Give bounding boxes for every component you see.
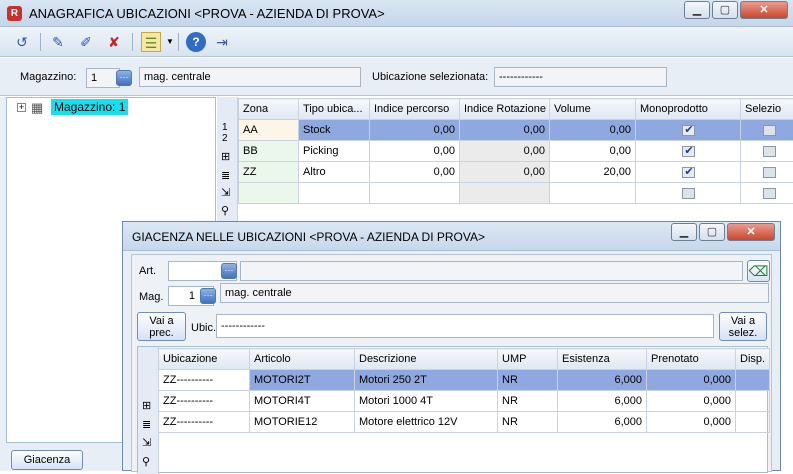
ubic-label: Ubic. <box>191 322 216 334</box>
dialog-close-button[interactable]: ✕ <box>727 223 775 241</box>
art-lookup-button[interactable]: ··· <box>221 263 237 279</box>
col-esistenza[interactable]: Esistenza <box>558 349 647 370</box>
mag-number-field[interactable]: 1 <box>86 68 120 88</box>
row-numbers: 12 <box>222 122 228 144</box>
dialog-mag-lookup-button[interactable]: ··· <box>200 288 216 304</box>
monoprodotto-checkbox[interactable] <box>682 188 695 199</box>
grid-list-icon[interactable]: ≣ <box>142 418 151 431</box>
col-selezio[interactable]: Selezio <box>741 99 793 120</box>
select-checkbox[interactable] <box>763 167 776 178</box>
dialog-title: GIACENZA NELLE UBICAZIONI <PROVA - AZIEN… <box>132 230 485 244</box>
chevron-down-icon[interactable]: ▼ <box>160 32 180 52</box>
col-prenotato[interactable]: Prenotato <box>647 349 736 370</box>
expand-icon[interactable]: + <box>17 103 26 112</box>
mag-label: Mag. <box>139 291 163 303</box>
ubic-selected-label: Ubicazione selezionata: <box>372 71 488 83</box>
maximize-button[interactable]: ▢ <box>712 1 738 19</box>
table-row[interactable]: BB Picking 0,00 0,00 0,00 <box>239 141 793 162</box>
mag-description-field: mag. centrale <box>139 67 361 87</box>
table-row[interactable]: ZZ---------- MOTORI2T Motori 250 2T NR 6… <box>159 370 770 391</box>
col-volume[interactable]: Volume <box>550 99 636 120</box>
col-disp[interactable]: Disp. <box>736 349 770 370</box>
mag-label: Magazzino: <box>20 71 76 83</box>
header-panel: Magazzino: 1 ··· mag. centrale Ubicazion… <box>0 58 793 96</box>
delete-record-icon[interactable]: ✘ <box>104 32 124 52</box>
monoprodotto-checkbox[interactable] <box>682 146 695 157</box>
exit-icon[interactable]: ⇥ <box>212 32 232 52</box>
dialog-maximize-button[interactable]: ▢ <box>699 223 725 241</box>
toolbar: ↺ ✎ ✐ ✘ ☰ ▼ ? ⇥ <box>0 27 793 57</box>
col-zona[interactable]: Zona <box>239 99 299 120</box>
minimize-button[interactable]: ▁ <box>684 1 710 19</box>
warehouse-icon: ▦ <box>31 100 43 116</box>
col-ubicazione[interactable]: Ubicazione <box>159 349 250 370</box>
table-row[interactable]: ZZ---------- MOTORIE12 Motore elettrico … <box>159 412 770 433</box>
grid-header: Ubicazione Articolo Descrizione UMP Esis… <box>159 349 770 370</box>
select-checkbox[interactable] <box>763 125 776 136</box>
main-title-bar: R ANAGRAFICA UBICAZIONI <PROVA - AZIENDA… <box>0 0 793 27</box>
table-row[interactable]: AA Stock 0,00 0,00 0,00 <box>239 120 793 141</box>
grid-header: Zona Tipo ubica... Indice percorso Indic… <box>239 99 793 120</box>
edit-record-icon[interactable]: ✐ <box>76 32 96 52</box>
col-descrizione[interactable]: Descrizione <box>355 349 498 370</box>
art-description-field <box>240 261 743 281</box>
table-row[interactable]: ZZ Altro 0,00 0,00 20,00 <box>239 162 793 183</box>
giacenza-grid: ⊞ ≣ ⇲ ⚲ Ubicazione Articolo Descrizione … <box>137 346 768 473</box>
select-checkbox[interactable] <box>763 146 776 157</box>
eraser-icon[interactable]: ⌫ <box>747 260 770 282</box>
help-icon[interactable]: ? <box>186 32 206 52</box>
grid-search-icon[interactable]: ⚲ <box>221 204 229 217</box>
col-monoprodotto[interactable]: Monoprodotto <box>636 99 741 120</box>
monoprodotto-checkbox[interactable] <box>682 167 695 178</box>
app-icon: R <box>7 6 22 21</box>
grid-search-icon[interactable]: ⚲ <box>142 455 150 468</box>
table-row-new[interactable] <box>239 183 793 204</box>
giacenza-button[interactable]: Giacenza <box>11 450 83 470</box>
select-checkbox[interactable] <box>763 188 776 199</box>
next-button[interactable]: Vai a selez. <box>719 312 767 341</box>
art-label: Art. <box>139 265 156 277</box>
table-row[interactable]: ZZ---------- MOTORI4T Motori 1000 4T NR … <box>159 391 770 412</box>
grid-nav-icon[interactable]: ⊞ <box>142 399 151 412</box>
col-tipo[interactable]: Tipo ubica... <box>299 99 370 120</box>
col-indice-percorso[interactable]: Indice percorso <box>370 99 460 120</box>
giacenza-dialog: GIACENZA NELLE UBICAZIONI <PROVA - AZIEN… <box>122 221 781 471</box>
grid-insert-icon[interactable]: ⇲ <box>221 186 230 199</box>
col-indice-rotazione[interactable]: Indice Rotazione <box>460 99 550 120</box>
close-button[interactable]: ✕ <box>740 1 788 19</box>
grid-insert-icon[interactable]: ⇲ <box>142 436 151 449</box>
ubic-selected-field: ------------ <box>494 67 667 87</box>
grid-list-icon[interactable]: ≣ <box>221 169 230 182</box>
dialog-minimize-button[interactable]: ▁ <box>671 223 697 241</box>
list-icon[interactable]: ☰ <box>141 32 161 52</box>
ubic-field[interactable]: ------------ <box>216 314 714 338</box>
main-title: ANAGRAFICA UBICAZIONI <PROVA - AZIENDA D… <box>29 6 385 21</box>
tree-node-magazzino[interactable]: Magazzino: 1 <box>51 99 128 115</box>
dialog-mag-description-field: mag. centrale <box>220 283 769 303</box>
mag-lookup-button[interactable]: ··· <box>116 70 132 86</box>
prev-button[interactable]: Vai a prec. <box>137 312 186 341</box>
dialog-title-bar: GIACENZA NELLE UBICAZIONI <PROVA - AZIEN… <box>123 222 780 251</box>
col-ump[interactable]: UMP <box>498 349 558 370</box>
grid-nav-icon[interactable]: ⊞ <box>221 150 230 163</box>
refresh-icon[interactable]: ↺ <box>12 32 32 52</box>
monoprodotto-checkbox[interactable] <box>682 125 695 136</box>
new-record-icon[interactable]: ✎ <box>48 32 68 52</box>
col-articolo[interactable]: Articolo <box>250 349 355 370</box>
